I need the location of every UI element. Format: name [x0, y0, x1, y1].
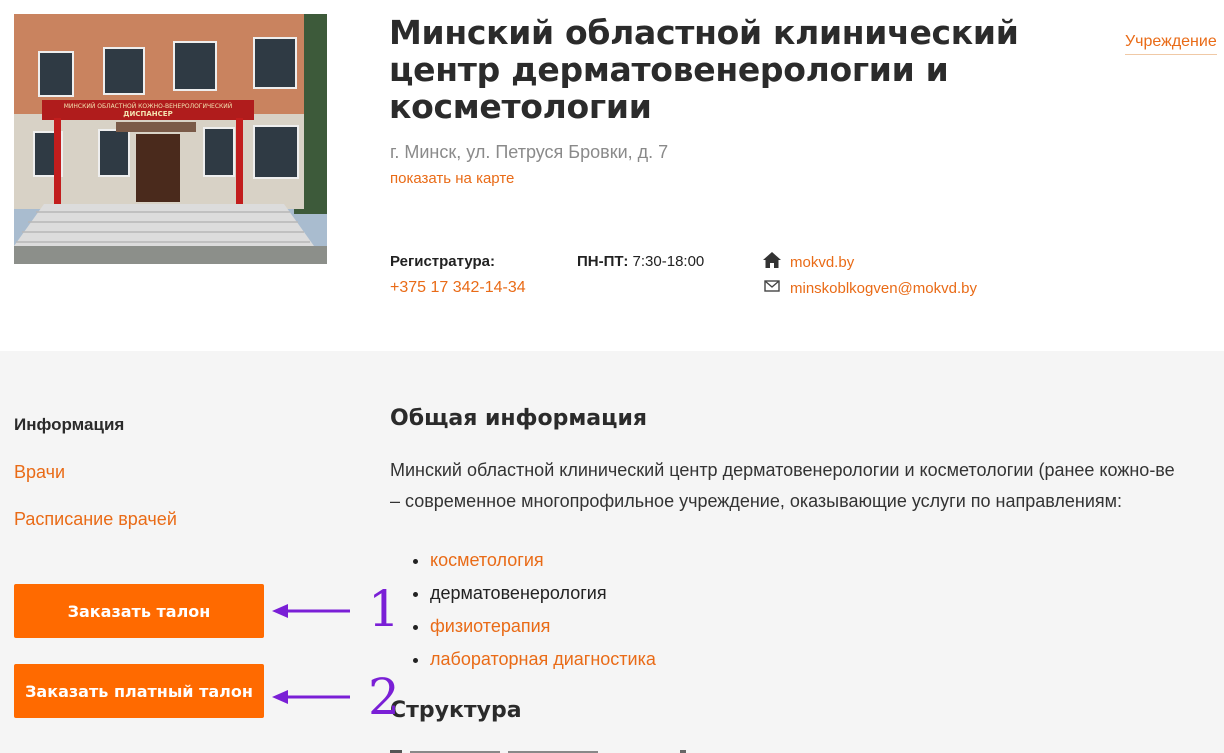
hours-days: ПН-ПТ:	[577, 253, 629, 270]
registry-label: Регистратура:	[390, 253, 495, 270]
show-on-map-link[interactable]: показать на карте	[390, 170, 514, 187]
annotation-arrows	[272, 604, 350, 704]
svg-text:МИНСКИЙ ОБЛАСТНОЙ КОЖНО-ВЕНЕРО: МИНСКИЙ ОБЛАСТНОЙ КОЖНО-ВЕНЕРОЛОГИЧЕСКИЙ	[64, 103, 233, 110]
arrow-2-icon	[272, 690, 350, 704]
home-icon	[762, 251, 782, 274]
annotation-number-2: 2	[368, 668, 400, 726]
structure-heading: Структура	[390, 698, 522, 723]
page-title: Минский областной клинический центр дерм…	[389, 13, 1019, 126]
arrow-1-icon	[272, 604, 350, 618]
hours-time: 7:30-18:00	[632, 253, 705, 270]
sidebar-item-info[interactable]: Информация	[14, 415, 124, 435]
general-info-heading: Общая информация	[390, 406, 647, 431]
registry-phone-link[interactable]: +375 17 342-14-34	[390, 279, 526, 297]
working-hours: ПН-ПТ: 7:30-18:00	[577, 253, 704, 270]
order-paid-ticket-button[interactable]: Заказать платный талон	[14, 664, 264, 718]
website-row: mokvd.by	[762, 251, 854, 274]
svg-text:ДИСПАНСЕР: ДИСПАНСЕР	[123, 110, 172, 118]
services-list: косметология дерматовенерология физиотер…	[408, 544, 656, 676]
sidebar-item-doctors[interactable]: Врачи	[14, 462, 65, 483]
mail-icon	[762, 279, 782, 298]
sidebar-item-schedule[interactable]: Расписание врачей	[14, 509, 177, 530]
list-item: дерматовенерология	[430, 577, 656, 610]
list-item[interactable]: лабораторная диагностика	[430, 643, 656, 676]
list-item[interactable]: физиотерапия	[430, 610, 656, 643]
annotation-number-1: 1	[368, 580, 400, 638]
website-link[interactable]: mokvd.by	[790, 254, 854, 271]
email-link[interactable]: minskoblkogven@mokvd.by	[790, 280, 977, 297]
general-info-paragraph: Минский областной клинический центр дерм…	[390, 455, 1224, 517]
service-link[interactable]: физиотерапия	[430, 616, 550, 636]
category-link[interactable]: Учреждение	[1125, 33, 1217, 55]
list-item[interactable]: косметология	[430, 544, 656, 577]
service-link[interactable]: косметология	[430, 550, 544, 570]
service-link[interactable]: лабораторная диагностика	[430, 649, 656, 669]
email-row: minskoblkogven@mokvd.by	[762, 279, 977, 298]
paragraph-line-1: Минский областной клинический центр дерм…	[390, 460, 1175, 480]
order-ticket-button[interactable]: Заказать талон	[14, 584, 264, 638]
address: г. Минск, ул. Петруся Бровки, д. 7	[390, 142, 669, 162]
clinic-photo: МИНСКИЙ ОБЛАСТНОЙ КОЖНО-ВЕНЕРОЛОГИЧЕСКИЙ…	[14, 14, 327, 264]
structure-text-cutoff	[390, 742, 710, 753]
paragraph-line-2: – современное многопрофильное учреждение…	[390, 491, 1123, 511]
